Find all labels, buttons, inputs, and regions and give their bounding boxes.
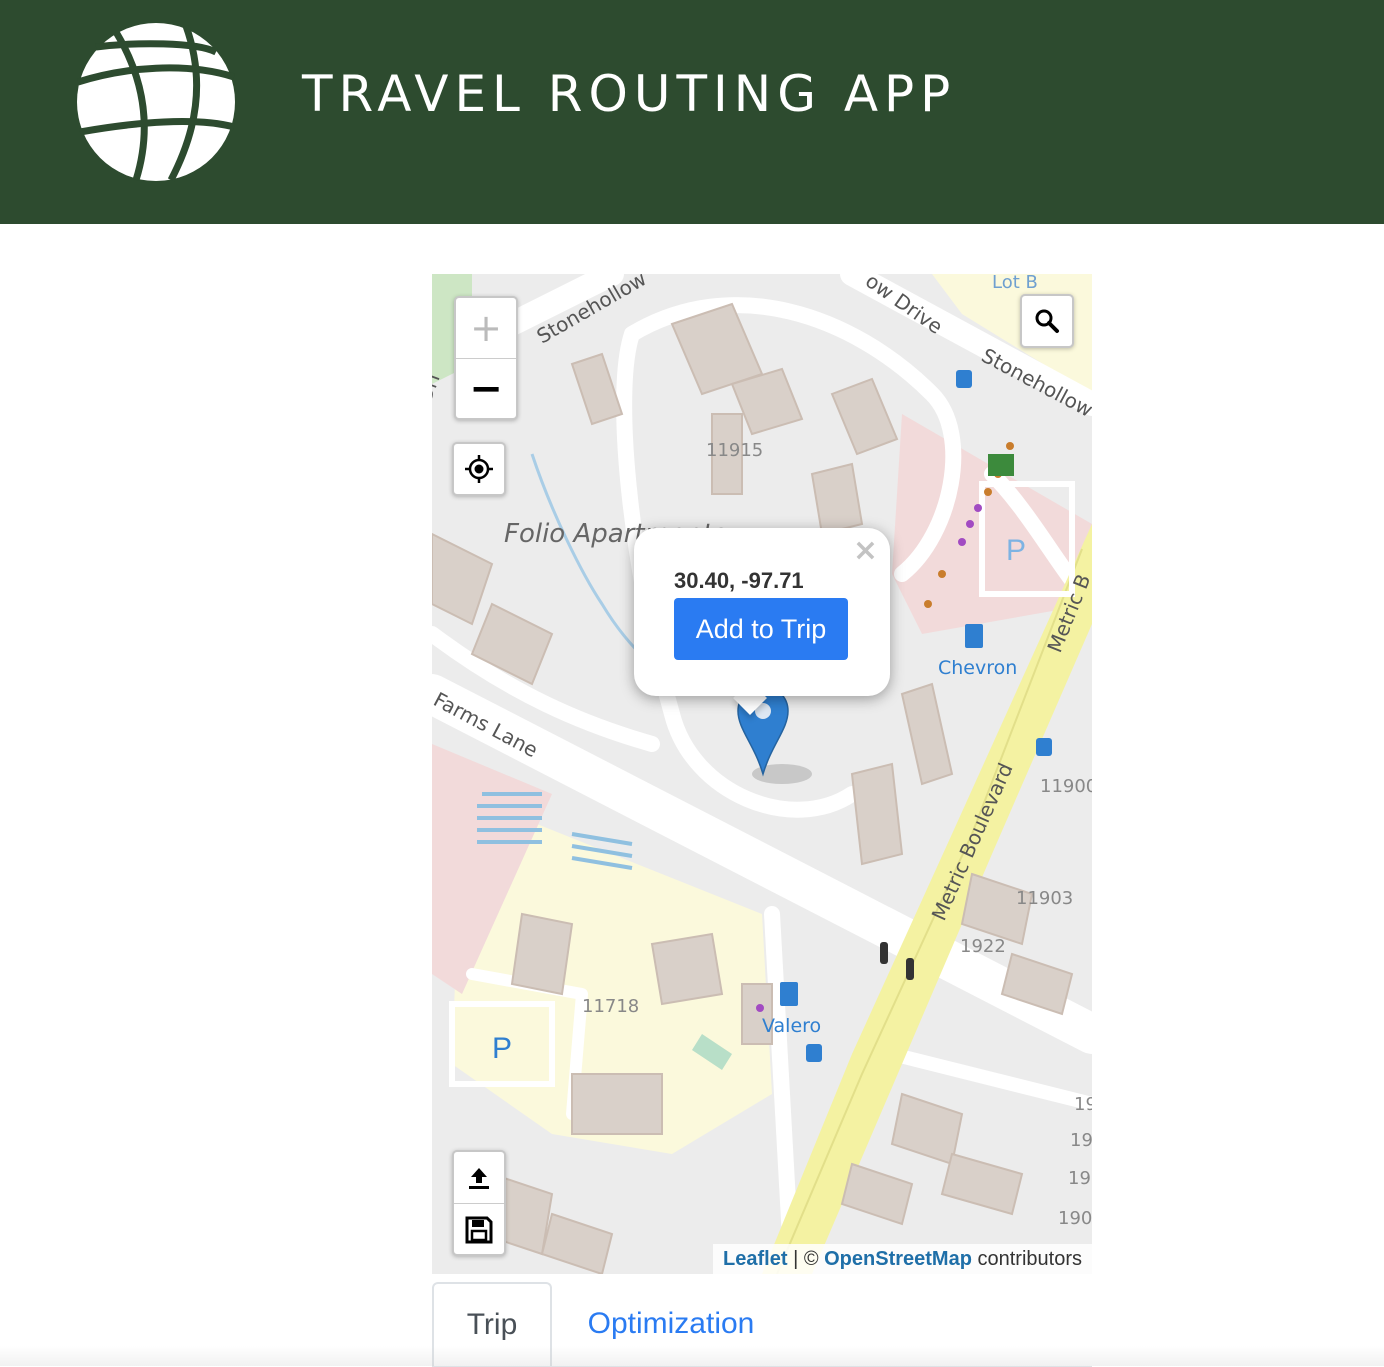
marker-popup: × 30.40, -97.71 Add to Trip bbox=[634, 528, 890, 696]
map-label: Valero bbox=[762, 1015, 821, 1037]
map-label: Lot B bbox=[992, 274, 1038, 293]
popup-close-button[interactable]: × bbox=[853, 534, 878, 568]
locate-button[interactable] bbox=[452, 442, 506, 496]
map-label: 19 bbox=[1074, 1094, 1092, 1115]
attribution-separator: | © bbox=[787, 1248, 825, 1270]
attribution-suffix: contributors bbox=[971, 1248, 1082, 1270]
svg-text:P: P bbox=[492, 1032, 512, 1065]
file-control bbox=[452, 1150, 506, 1256]
upload-icon bbox=[469, 1167, 489, 1189]
map-label: 11915 bbox=[706, 440, 763, 461]
zoom-in-button[interactable]: + bbox=[456, 298, 516, 359]
globe-icon bbox=[76, 23, 236, 182]
add-to-trip-button[interactable]: Add to Trip bbox=[674, 598, 848, 660]
openstreetmap-link[interactable]: OpenStreetMap bbox=[824, 1248, 972, 1270]
map-label: 1922 bbox=[960, 936, 1006, 957]
upload-button[interactable] bbox=[454, 1152, 504, 1204]
app-header: TRAVEL ROUTING APP bbox=[0, 0, 1384, 224]
map-view[interactable]: P P Stonehollow ow Drive Stonehollow Dri… bbox=[432, 274, 1092, 1274]
map-attribution: Leaflet | © OpenStreetMap contributors bbox=[713, 1244, 1092, 1274]
app-title: TRAVEL ROUTING APP bbox=[302, 65, 957, 123]
search-button[interactable] bbox=[1020, 294, 1074, 348]
map-tiles[interactable]: P P Stonehollow ow Drive Stonehollow Dri… bbox=[432, 274, 1092, 1274]
popup-coordinates: 30.40, -97.71 bbox=[674, 568, 804, 593]
zoom-out-button[interactable]: − bbox=[456, 359, 516, 419]
map-label: 19 bbox=[1070, 1130, 1092, 1151]
map-label: 190 bbox=[1058, 1208, 1092, 1229]
map-label: 11718 bbox=[582, 996, 639, 1017]
svg-text:P: P bbox=[1006, 534, 1026, 567]
map-label: 11900 bbox=[1040, 776, 1092, 797]
search-icon bbox=[1035, 309, 1059, 333]
zoom-control: + − bbox=[454, 296, 518, 420]
map-label: Chevron bbox=[938, 657, 1017, 679]
page-bottom-shadow bbox=[0, 1346, 1384, 1366]
floppy-disk-icon bbox=[465, 1216, 493, 1243]
save-button[interactable] bbox=[454, 1204, 504, 1255]
crosshair-icon bbox=[465, 455, 493, 483]
map-label: 11903 bbox=[1016, 888, 1073, 909]
leaflet-link[interactable]: Leaflet bbox=[723, 1248, 787, 1270]
map-label: 19 bbox=[1068, 1168, 1091, 1189]
